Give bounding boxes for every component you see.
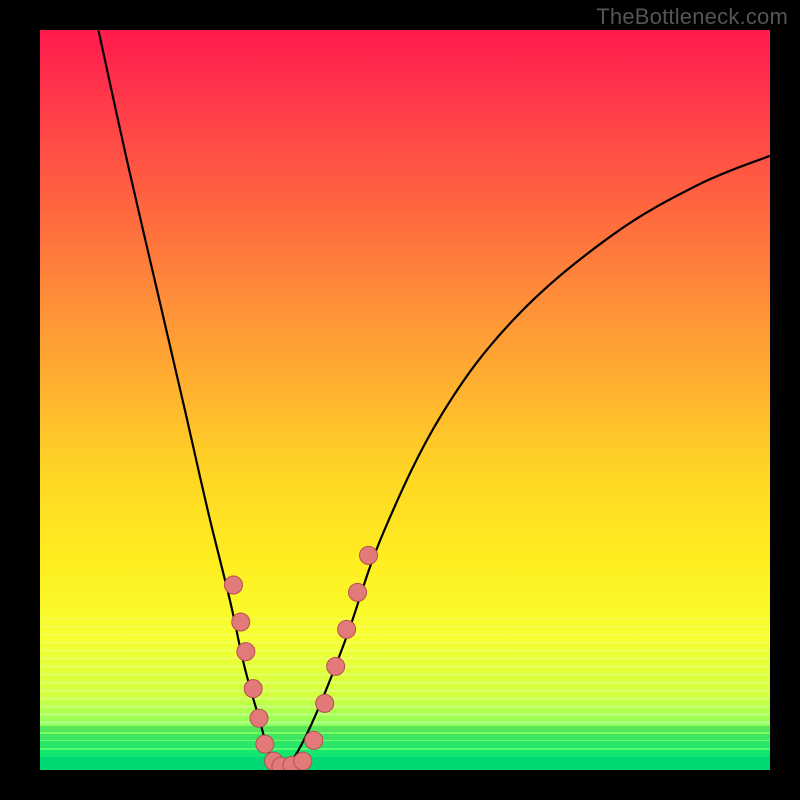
watermark-text: TheBottleneck.com xyxy=(596,4,788,30)
data-dot xyxy=(360,546,378,564)
curve-right xyxy=(281,156,770,770)
data-dot xyxy=(250,709,268,727)
plot-area xyxy=(40,30,770,770)
data-dot xyxy=(305,731,323,749)
data-dot xyxy=(338,620,356,638)
data-dot xyxy=(316,694,334,712)
data-dots xyxy=(224,546,377,770)
data-dot xyxy=(224,576,242,594)
data-dot xyxy=(256,735,274,753)
curve-group xyxy=(98,30,770,770)
chart-frame: TheBottleneck.com xyxy=(0,0,800,800)
data-dot xyxy=(237,643,255,661)
data-dot xyxy=(232,613,250,631)
data-dot xyxy=(349,583,367,601)
curve-left xyxy=(98,30,281,770)
data-dot xyxy=(244,680,262,698)
data-dot xyxy=(327,657,345,675)
chart-svg xyxy=(40,30,770,770)
data-dot xyxy=(294,752,312,770)
